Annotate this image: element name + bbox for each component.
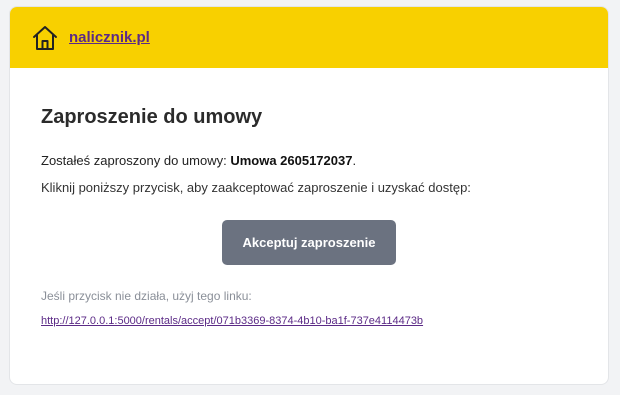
house-icon [30, 23, 60, 53]
accept-invitation-button[interactable]: Akceptuj zaproszenie [222, 220, 396, 265]
invite-message: Zostałeś zaproszony do umowy: Umowa 2605… [41, 152, 577, 170]
button-container: Akceptuj zaproszenie [41, 220, 577, 265]
email-header: nalicznik.pl [10, 7, 608, 68]
fallback-link[interactable]: http://127.0.0.1:5000/rentals/accept/071… [41, 315, 577, 327]
fallback-text: Jeśli przycisk nie działa, użyj tego lin… [41, 289, 252, 303]
brand-link[interactable]: nalicznik.pl [69, 29, 150, 46]
contract-name: Umowa 2605172037 [230, 153, 353, 168]
email-content: Zaproszenie do umowy Zostałeś zaproszony… [10, 105, 608, 327]
page-title: Zaproszenie do umowy [41, 106, 263, 128]
email-card: nalicznik.pl Zaproszenie do umowy Został… [9, 6, 609, 385]
instruction-text: Kliknij poniższy przycisk, aby zaakcepto… [41, 180, 471, 195]
invite-prefix: Zostałeś zaproszony do umowy: [41, 153, 231, 168]
invite-suffix: . [352, 153, 357, 168]
